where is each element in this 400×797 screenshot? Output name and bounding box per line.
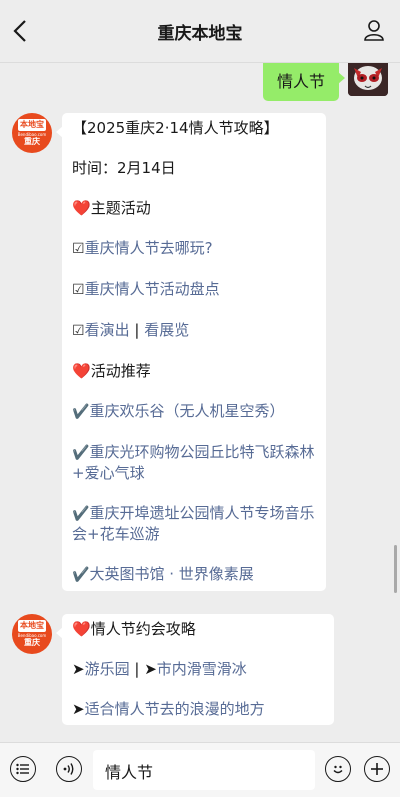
check-icon: ✔️ — [72, 404, 90, 420]
list-item: ✔️重庆开埠遗址公园情人节专场音乐会+花车巡游 — [72, 503, 316, 544]
checkbox-icon: ☑ — [72, 282, 85, 298]
checkbox-icon: ☑ — [72, 323, 85, 339]
incoming-message-row: 本地宝 Bendibao.com 重庆 ❤️情人节约会攻略 ➤游乐园 | ➤市内… — [12, 614, 334, 725]
link-british-library[interactable]: 大英图书馆 · 世界像素展 — [89, 565, 253, 583]
avatar[interactable]: 本地宝 Bendibao.com 重庆 — [12, 113, 52, 153]
list-item: ➤适合情人节去的浪漫的地方 — [72, 699, 324, 719]
arrow-icon: ➤ — [144, 660, 157, 678]
emoji-icon[interactable] — [325, 756, 351, 782]
link-guanghuan[interactable]: 重庆光环购物公园丘比特飞跃森林+爱心气球 — [72, 443, 314, 482]
message-input[interactable]: 情人节 — [93, 750, 315, 790]
check-icon: ✔️ — [72, 506, 90, 522]
incoming-message-bubble: ❤️情人节约会攻略 ➤游乐园 | ➤市内滑雪滑冰 ➤适合情人节去的浪漫的地方 — [56, 614, 334, 725]
section-title: 主题活动 — [90, 199, 151, 217]
list-item: ☑重庆情人节活动盘点 — [72, 279, 316, 300]
scrollbar[interactable] — [394, 545, 397, 593]
event-time: 时间：2月14日 — [72, 159, 176, 177]
link-happy-valley[interactable]: 重庆欢乐谷（无人机星空秀） — [89, 402, 284, 420]
section-heading: ❤️情人节约会攻略 — [72, 619, 324, 639]
heart-icon: ❤️ — [72, 620, 91, 638]
outgoing-message-row: 情人节 — [262, 63, 388, 101]
link-amusement-park[interactable]: 游乐园 — [85, 660, 130, 678]
input-bar: 情人节 — [0, 742, 400, 797]
message-heading: 【2025重庆2·14情人节攻略】 — [72, 119, 279, 137]
section-heading: ❤️主题活动 — [72, 198, 316, 218]
link-where-to-play[interactable]: 重庆情人节去哪玩? — [85, 239, 213, 257]
list-item: ✔️重庆欢乐谷（无人机星空秀） — [72, 401, 316, 422]
link-exhibitions[interactable]: 看展览 — [144, 321, 189, 339]
logo-city: 重庆 — [24, 137, 40, 146]
checkbox-icon: ☑ — [72, 241, 85, 257]
avatar[interactable]: 本地宝 Bendibao.com 重庆 — [12, 614, 52, 654]
logo-text: 本地宝 — [18, 119, 46, 131]
incoming-message-row: 本地宝 Bendibao.com 重庆 【2025重庆2·14情人节攻略】 时间… — [12, 113, 326, 591]
link-skiing[interactable]: 市内滑雪滑冰 — [157, 660, 247, 678]
logo-city: 重庆 — [24, 638, 40, 647]
chat-area[interactable]: 情人节 本地宝 Bendibao.com 重庆 【2025重庆2·14情人节攻略… — [0, 63, 400, 742]
voice-icon[interactable] — [56, 756, 82, 782]
list-item: ✔️重庆光环购物公园丘比特飞跃森林+爱心气球 — [72, 442, 316, 483]
section-heading: ❤️活动推荐 — [72, 361, 316, 381]
person-icon[interactable] — [362, 18, 386, 42]
separator: | — [134, 660, 140, 678]
plus-icon[interactable] — [364, 756, 390, 782]
logo-text: 本地宝 — [18, 620, 46, 632]
heart-icon: ❤️ — [72, 362, 91, 380]
list-menu-icon[interactable] — [10, 756, 36, 782]
list-item: ☑重庆情人节去哪玩? — [72, 238, 316, 259]
list-item: ☑看演出 | 看展览 — [72, 320, 316, 341]
link-activities[interactable]: 重庆情人节活动盘点 — [85, 280, 220, 298]
check-icon: ✔️ — [72, 567, 90, 583]
link-kaibu-park[interactable]: 重庆开埠遗址公园情人节专场音乐会+花车巡游 — [72, 504, 314, 543]
avatar[interactable] — [348, 63, 388, 96]
section-title: 情人节约会攻略 — [90, 620, 196, 638]
link-romantic-places[interactable]: 适合情人节去的浪漫的地方 — [85, 700, 265, 718]
separator: | — [134, 321, 140, 339]
chat-header: 重庆本地宝 — [0, 0, 400, 63]
link-shows[interactable]: 看演出 — [85, 321, 130, 339]
check-icon: ✔️ — [72, 445, 90, 461]
page-title: 重庆本地宝 — [157, 24, 243, 44]
outgoing-message-bubble[interactable]: 情人节 — [262, 63, 346, 101]
incoming-message-bubble: 【2025重庆2·14情人节攻略】 时间：2月14日 ❤️主题活动 ☑重庆情人节… — [56, 113, 326, 591]
list-item: ✔️大英图书馆 · 世界像素展 — [72, 564, 316, 585]
arrow-icon: ➤ — [72, 660, 85, 678]
section-title: 活动推荐 — [90, 362, 151, 380]
arrow-icon: ➤ — [72, 700, 85, 718]
heart-icon: ❤️ — [72, 199, 91, 217]
list-item: ➤游乐园 | ➤市内滑雪滑冰 — [72, 659, 324, 679]
